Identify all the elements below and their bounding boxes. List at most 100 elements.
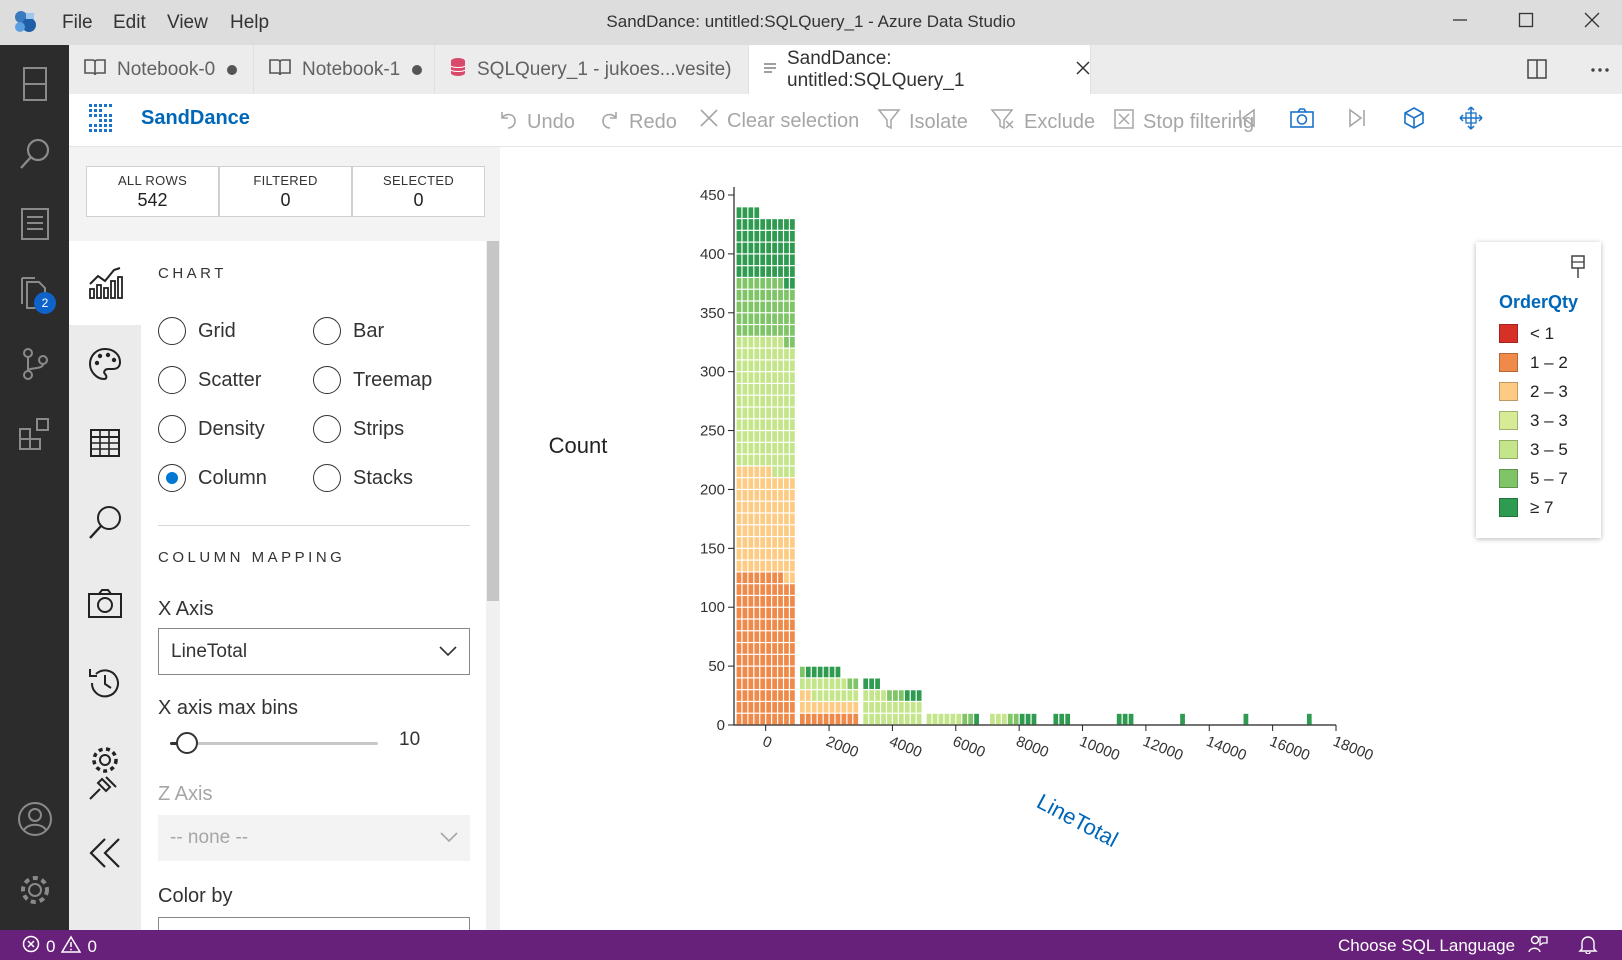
data-cell xyxy=(742,548,748,560)
source-control-button[interactable] xyxy=(0,331,69,401)
gear-pin-icon xyxy=(86,745,124,806)
column-bin xyxy=(990,713,1037,725)
data-cell xyxy=(805,678,811,690)
data-cell xyxy=(754,407,760,419)
maximize-button[interactable] xyxy=(1496,6,1556,38)
data-cell xyxy=(754,325,760,336)
move-arrows-icon xyxy=(1458,105,1484,136)
legend-item[interactable]: 5 – 7 xyxy=(1499,464,1568,493)
book-icon xyxy=(268,57,292,83)
account-button[interactable] xyxy=(0,786,69,856)
data-cell xyxy=(932,713,938,725)
data-cell xyxy=(748,690,754,701)
feedback-button[interactable] xyxy=(1528,934,1548,959)
snapshots-tab-button[interactable] xyxy=(69,570,141,640)
bins-slider[interactable] xyxy=(170,730,378,756)
slider-thumb[interactable] xyxy=(175,732,198,754)
legend-pin-button[interactable] xyxy=(1569,254,1587,285)
redo-button[interactable]: Redo xyxy=(599,108,677,136)
radio-column[interactable]: Column xyxy=(158,464,267,492)
data-cell xyxy=(748,372,754,383)
explorer-button[interactable] xyxy=(0,51,69,121)
legend-item[interactable]: < 1 xyxy=(1499,319,1568,348)
panel-scrollbar-thumb[interactable] xyxy=(487,241,499,601)
color-tab-button[interactable] xyxy=(69,331,141,401)
data-cell xyxy=(754,242,760,254)
radio-strips[interactable]: Strips xyxy=(313,415,404,443)
data-cell xyxy=(772,548,777,560)
problems-indicator[interactable]: 0 0 xyxy=(22,935,97,958)
settings-tab-button[interactable] xyxy=(69,740,141,810)
extensions-icon xyxy=(17,416,53,457)
legend-item[interactable]: 2 – 3 xyxy=(1499,377,1568,406)
snapshot-button[interactable] xyxy=(1288,106,1316,134)
data-cell xyxy=(754,560,760,572)
collapse-panel-button[interactable] xyxy=(69,820,141,890)
legend-item[interactable]: 1 – 2 xyxy=(1499,348,1568,377)
data-cell xyxy=(869,702,875,713)
search-view-button[interactable] xyxy=(0,121,69,191)
chart-tab-button[interactable] xyxy=(69,249,141,319)
close-window-button[interactable] xyxy=(1562,6,1622,38)
legend-item[interactable]: 3 – 3 xyxy=(1499,406,1568,435)
data-cell xyxy=(754,230,760,242)
close-tab-icon[interactable] xyxy=(1076,59,1090,81)
tab-notebook-1[interactable]: Notebook-1 xyxy=(254,45,435,94)
z-axis-label: Z Axis xyxy=(158,783,213,805)
data-cell xyxy=(754,619,760,631)
z-axis-dropdown[interactable]: -- none -- xyxy=(158,815,470,861)
radio-bar[interactable]: Bar xyxy=(313,317,384,345)
data-cell xyxy=(766,713,772,725)
data-cell xyxy=(829,702,835,713)
view-3d-button[interactable] xyxy=(1400,106,1428,134)
search-tab-button[interactable] xyxy=(69,490,141,560)
more-actions-button[interactable] xyxy=(1589,58,1611,85)
column-bin xyxy=(1306,713,1312,725)
tab-sqlquery[interactable]: SQLQuery_1 - jukoes...vesite) xyxy=(435,45,749,94)
data-cell xyxy=(784,596,789,607)
data-cell xyxy=(784,490,789,501)
radio-density[interactable]: Density xyxy=(158,415,265,443)
clear-selection-button[interactable]: Clear selection xyxy=(699,108,859,134)
legend-item[interactable]: ≥ 7 xyxy=(1499,493,1568,522)
extensions-button[interactable] xyxy=(0,401,69,471)
last-snapshot-button[interactable] xyxy=(1343,106,1371,134)
data-cell xyxy=(778,289,783,301)
data-cell xyxy=(881,702,886,713)
minimize-button[interactable] xyxy=(1430,6,1490,38)
files-button[interactable] xyxy=(0,261,69,331)
x-axis-dropdown[interactable]: LineTotal xyxy=(158,628,470,675)
tab-notebook-0[interactable]: Notebook-0 xyxy=(69,45,254,94)
language-selector[interactable]: Choose SQL Language xyxy=(1338,936,1515,956)
undo-button[interactable]: Undo xyxy=(497,108,575,136)
first-snapshot-button[interactable] xyxy=(1233,106,1261,134)
radio-grid[interactable]: Grid xyxy=(158,317,236,345)
camera-reset-button[interactable] xyxy=(1457,105,1485,136)
tab-sanddance[interactable]: SandDance: untitled:SQLQuery_1 xyxy=(749,45,1091,94)
radio-stacks[interactable]: Stacks xyxy=(313,464,413,492)
radio-circle xyxy=(158,317,186,345)
data-cell xyxy=(754,207,760,218)
data-tab-button[interactable] xyxy=(69,410,141,480)
history-tab-button[interactable] xyxy=(69,650,141,720)
exclude-button[interactable]: Exclude xyxy=(990,108,1095,136)
split-editor-button[interactable] xyxy=(1526,58,1548,85)
data-cell xyxy=(736,348,742,360)
radio-treemap[interactable]: Treemap xyxy=(313,366,432,394)
color-by-dropdown[interactable] xyxy=(158,917,470,930)
legend-item[interactable]: 3 – 5 xyxy=(1499,435,1568,464)
notifications-button[interactable] xyxy=(1578,934,1598,959)
column-chart[interactable]: 0 50 100 150 200 250 300 350 400 450 0 2000 4000 6000… xyxy=(500,147,1622,930)
radio-scatter[interactable]: Scatter xyxy=(158,366,261,394)
data-cell xyxy=(760,619,766,631)
data-cell xyxy=(772,360,777,372)
data-cell xyxy=(736,607,742,619)
data-cell xyxy=(748,454,754,466)
isolate-button[interactable]: Isolate xyxy=(877,108,968,136)
data-cell xyxy=(742,348,748,360)
data-cell xyxy=(778,619,783,631)
notebooks-button[interactable] xyxy=(0,191,69,261)
data-cell xyxy=(853,678,859,690)
data-cell xyxy=(790,654,795,666)
manage-button[interactable] xyxy=(0,857,69,927)
